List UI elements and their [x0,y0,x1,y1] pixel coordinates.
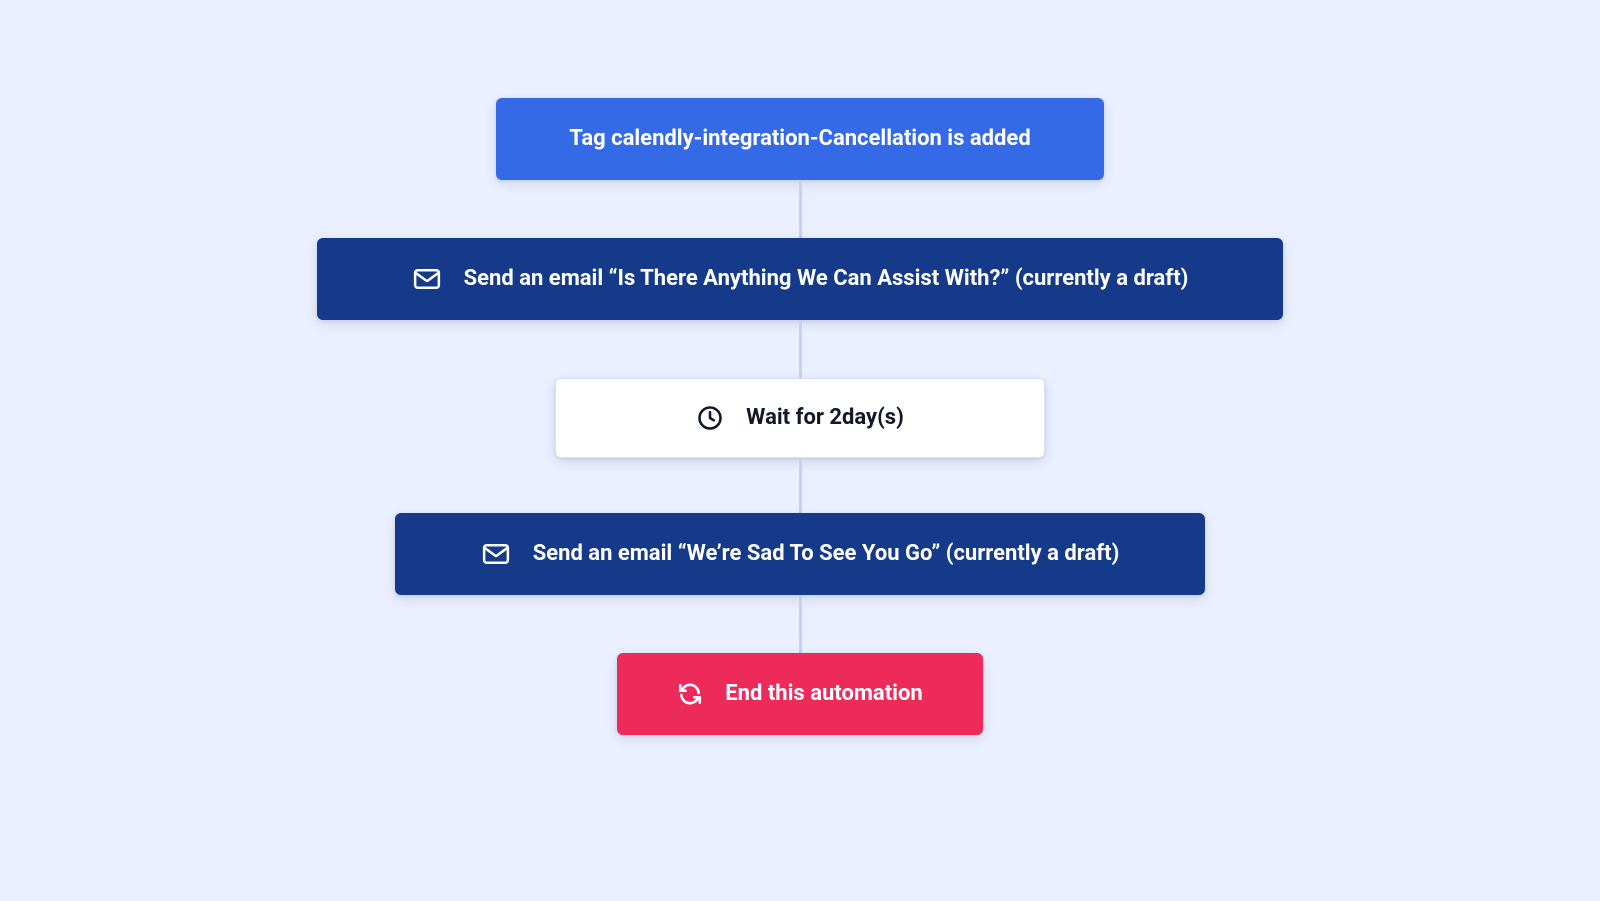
connector [799,180,802,238]
connector [799,595,802,653]
clock-icon [696,404,724,432]
refresh-icon [677,681,703,707]
action-label: Send an email “We’re Sad To See You Go” … [533,541,1120,567]
envelope-icon [481,539,511,569]
end-node[interactable]: End this automation [617,653,983,735]
trigger-label: Tag calendly-integration-Cancellation is… [569,126,1030,152]
end-label: End this automation [725,681,922,707]
action-label: Send an email “Is There Anything We Can … [464,266,1189,292]
action-node-send-email-2[interactable]: Send an email “We’re Sad To See You Go” … [395,513,1205,595]
automation-flow: Tag calendly-integration-Cancellation is… [317,0,1283,735]
action-node-send-email-1[interactable]: Send an email “Is There Anything We Can … [317,238,1283,320]
wait-label: Wait for 2day(s) [746,405,904,431]
trigger-node[interactable]: Tag calendly-integration-Cancellation is… [496,98,1104,180]
connector [799,320,802,378]
connector [799,458,802,513]
wait-node[interactable]: Wait for 2day(s) [555,378,1045,458]
envelope-icon [412,264,442,294]
